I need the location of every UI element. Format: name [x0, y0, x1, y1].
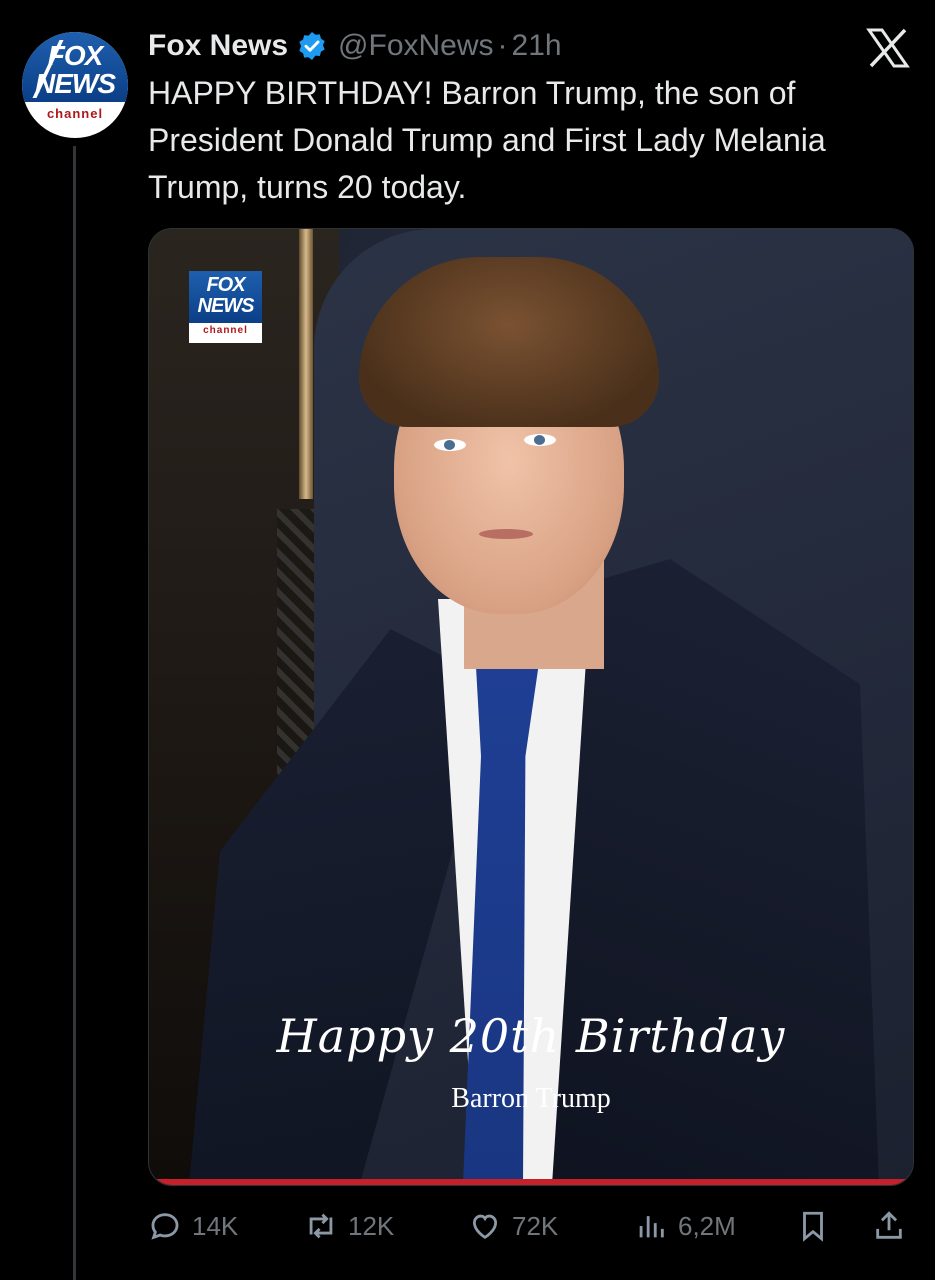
retweet-icon	[309, 1213, 333, 1239]
retweet-count: 12K	[348, 1210, 395, 1241]
watermark-fox: FOX	[206, 274, 245, 296]
like-count: 72K	[512, 1210, 559, 1241]
views-chart-icon	[639, 1216, 664, 1238]
watermark-news: NEWS	[197, 295, 255, 317]
birthday-caption: Happy 20th Birthday	[276, 1009, 786, 1063]
thread-line	[73, 146, 76, 1280]
separator-dot: ·	[497, 29, 508, 62]
bookmark-button[interactable]	[796, 1196, 830, 1256]
tweet-media-image[interactable]: FOX NEWS channel Happy 20th Birthday Bar…	[148, 228, 914, 1186]
media-accent-line	[149, 1179, 913, 1185]
share-button[interactable]	[872, 1196, 906, 1256]
retweet-button[interactable]: 12K	[304, 1196, 394, 1256]
tweet-timestamp[interactable]: 21h	[512, 29, 562, 63]
bookmark-icon	[803, 1211, 823, 1242]
photo-eye-right	[524, 434, 556, 446]
x-logo-icon	[866, 28, 910, 68]
birthday-name: Barron Trump	[451, 1083, 611, 1114]
views-button[interactable]: 6,2M	[634, 1196, 736, 1256]
photo-eye-left	[434, 439, 466, 451]
reply-count: 14K	[192, 1210, 239, 1241]
watermark-channel: channel	[203, 325, 248, 336]
author-handle[interactable]: @FoxNews	[338, 29, 493, 63]
avatar-logo-channel: channel	[46, 106, 104, 121]
reply-icon	[151, 1213, 179, 1240]
like-button[interactable]: 72K	[468, 1196, 558, 1256]
heart-icon	[472, 1214, 498, 1239]
fox-news-watermark: FOX NEWS channel	[189, 271, 262, 343]
photo-mouth	[479, 529, 533, 539]
tweet-header: Fox News @FoxNews · 21h	[148, 26, 562, 66]
action-bar: 14K 12K 72K 6,2M	[148, 1196, 912, 1256]
reply-button[interactable]: 14K	[148, 1196, 238, 1256]
views-count: 6,2M	[678, 1210, 736, 1241]
avatar-logo-news: NEWS	[35, 68, 116, 99]
avatar[interactable]: FOX NEWS channel	[22, 32, 128, 138]
tweet-text: HAPPY BIRTHDAY! Barron Trump, the son of…	[148, 75, 826, 205]
verified-badge-icon	[299, 32, 325, 60]
share-icon	[876, 1211, 902, 1239]
author-display-name[interactable]: Fox News	[148, 29, 288, 63]
photo-pillar	[299, 229, 313, 499]
